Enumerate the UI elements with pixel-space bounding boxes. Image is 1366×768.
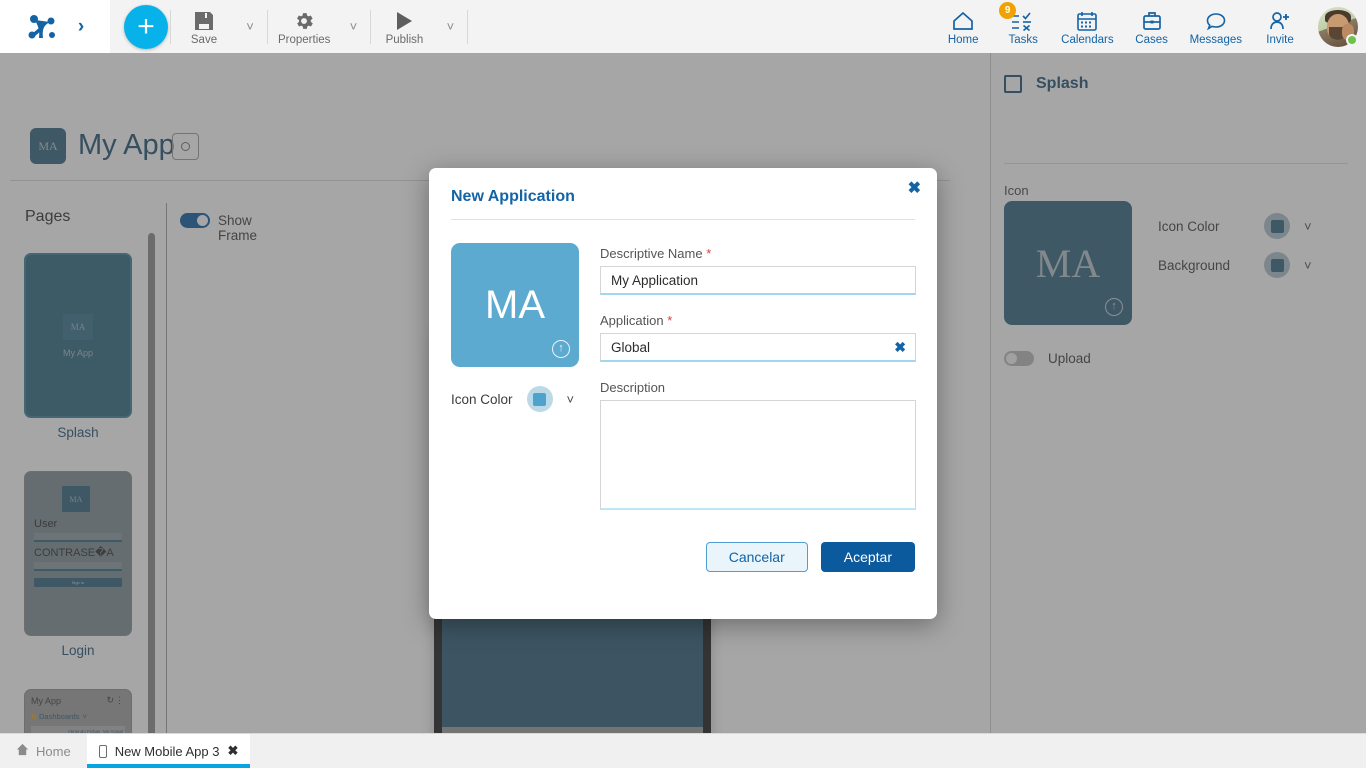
toolbar-divider-4 bbox=[467, 9, 469, 44]
application-select-wrap: ✖ bbox=[600, 333, 916, 362]
taskbar-home-button[interactable]: Home bbox=[0, 734, 87, 768]
save-button[interactable]: Save bbox=[173, 0, 235, 53]
taskbar-tab[interactable]: New Mobile App 3 ✖ bbox=[86, 734, 251, 768]
upload-icon[interactable]: ↑ bbox=[552, 340, 570, 358]
toolbar-divider-1 bbox=[170, 9, 171, 44]
dialog-actions: Cancelar Aceptar bbox=[705, 542, 915, 572]
save-icon bbox=[193, 8, 215, 32]
new-item-button[interactable]: + bbox=[124, 4, 168, 49]
toolbar-right-group: Home 9 Tasks Calendars Cases Messages In… bbox=[933, 0, 1366, 53]
save-dropdown-caret[interactable]: ˅ bbox=[235, 0, 265, 53]
descriptive-name-label: Descriptive Name * bbox=[600, 246, 916, 261]
dialog-icon-color-swatch-button[interactable] bbox=[526, 386, 553, 412]
application-select-input[interactable] bbox=[600, 333, 916, 362]
online-status-indicator bbox=[1346, 33, 1358, 46]
cancel-button[interactable]: Cancelar bbox=[705, 542, 808, 572]
dialog-title: New Application bbox=[451, 188, 575, 205]
properties-button[interactable]: Properties bbox=[270, 0, 338, 53]
descriptive-name-input[interactable] bbox=[600, 266, 916, 295]
close-icon[interactable]: ✖ bbox=[908, 178, 921, 198]
description-field-group: Description bbox=[600, 380, 916, 515]
required-marker: * bbox=[667, 313, 673, 328]
nav-messages-label: Messages bbox=[1189, 33, 1242, 46]
play-icon bbox=[393, 8, 415, 32]
top-toolbar: › + Save ˅ Properties ˅ Publish ˅ Home 9… bbox=[0, 0, 1366, 53]
dialog-icon-initials: MA bbox=[485, 282, 545, 327]
application-field-group: Application * ✖ bbox=[600, 313, 916, 362]
nav-calendars-label: Calendars bbox=[1061, 33, 1114, 46]
nav-home-label: Home bbox=[947, 33, 979, 46]
person-add-icon bbox=[1268, 8, 1292, 32]
brand-zone: › bbox=[0, 0, 110, 53]
nav-invite-button[interactable]: Invite bbox=[1250, 0, 1310, 53]
save-label: Save bbox=[190, 33, 218, 46]
nav-tasks-button[interactable]: 9 Tasks bbox=[993, 0, 1053, 53]
nav-cases-button[interactable]: Cases bbox=[1122, 0, 1182, 53]
application-label-text: Application bbox=[600, 313, 664, 328]
accept-button[interactable]: Aceptar bbox=[820, 542, 915, 572]
bottom-taskbar: Home New Mobile App 3 ✖ bbox=[0, 733, 1366, 768]
publish-button[interactable]: Publish bbox=[373, 0, 435, 53]
dialog-icon-color-label: Icon Color bbox=[451, 391, 513, 407]
nav-invite-label: Invite bbox=[1266, 33, 1294, 46]
new-application-dialog: ✖ New Application MA ↑ Icon Color ˅ Desc… bbox=[429, 168, 937, 619]
description-textarea[interactable] bbox=[600, 400, 916, 510]
nav-cases-label: Cases bbox=[1135, 33, 1168, 46]
toolbar-divider-3 bbox=[370, 9, 372, 44]
nav-home-button[interactable]: Home bbox=[933, 0, 993, 53]
briefcase-icon bbox=[1141, 8, 1163, 32]
dialog-icon-preview[interactable]: MA ↑ bbox=[451, 243, 579, 367]
dialog-icon-color-row: Icon Color ˅ bbox=[451, 386, 574, 412]
plus-icon: + bbox=[137, 9, 155, 43]
user-avatar-button[interactable] bbox=[1318, 6, 1358, 47]
publish-dropdown-caret[interactable]: ˅ bbox=[435, 0, 465, 53]
expand-chevron-icon[interactable]: › bbox=[78, 17, 84, 36]
speech-bubble-icon bbox=[1205, 8, 1227, 32]
toolbar-divider-2 bbox=[267, 9, 268, 44]
app-logo-icon[interactable] bbox=[26, 12, 60, 42]
clear-selection-icon[interactable]: ✖ bbox=[894, 339, 906, 356]
nav-messages-button[interactable]: Messages bbox=[1182, 0, 1250, 53]
home-icon bbox=[951, 8, 975, 32]
nav-tasks-label: Tasks bbox=[1008, 33, 1038, 46]
taskbar-tab-label: New Mobile App 3 bbox=[114, 743, 220, 759]
application-label: Application * bbox=[600, 313, 916, 328]
properties-dropdown-caret[interactable]: ˅ bbox=[338, 0, 368, 53]
properties-label: Properties bbox=[278, 33, 331, 46]
close-icon[interactable]: ✖ bbox=[227, 743, 238, 759]
calendar-icon bbox=[1076, 8, 1098, 32]
publish-label: Publish bbox=[385, 33, 424, 46]
mobile-app-icon bbox=[98, 744, 107, 758]
descriptive-name-label-text: Descriptive Name bbox=[600, 246, 703, 261]
description-label: Description bbox=[600, 380, 666, 395]
color-swatch bbox=[533, 392, 547, 406]
gear-icon bbox=[293, 8, 315, 32]
chevron-down-icon[interactable]: ˅ bbox=[567, 392, 575, 407]
application-window: › + Save ˅ Properties ˅ Publish ˅ Home 9… bbox=[0, 0, 1366, 768]
dialog-title-divider bbox=[451, 219, 915, 220]
taskbar-home-label: Home bbox=[36, 743, 71, 759]
descriptive-name-field-group: Descriptive Name * bbox=[600, 246, 916, 295]
home-icon bbox=[16, 743, 29, 759]
nav-calendars-button[interactable]: Calendars bbox=[1053, 0, 1121, 53]
required-marker: * bbox=[706, 246, 712, 261]
